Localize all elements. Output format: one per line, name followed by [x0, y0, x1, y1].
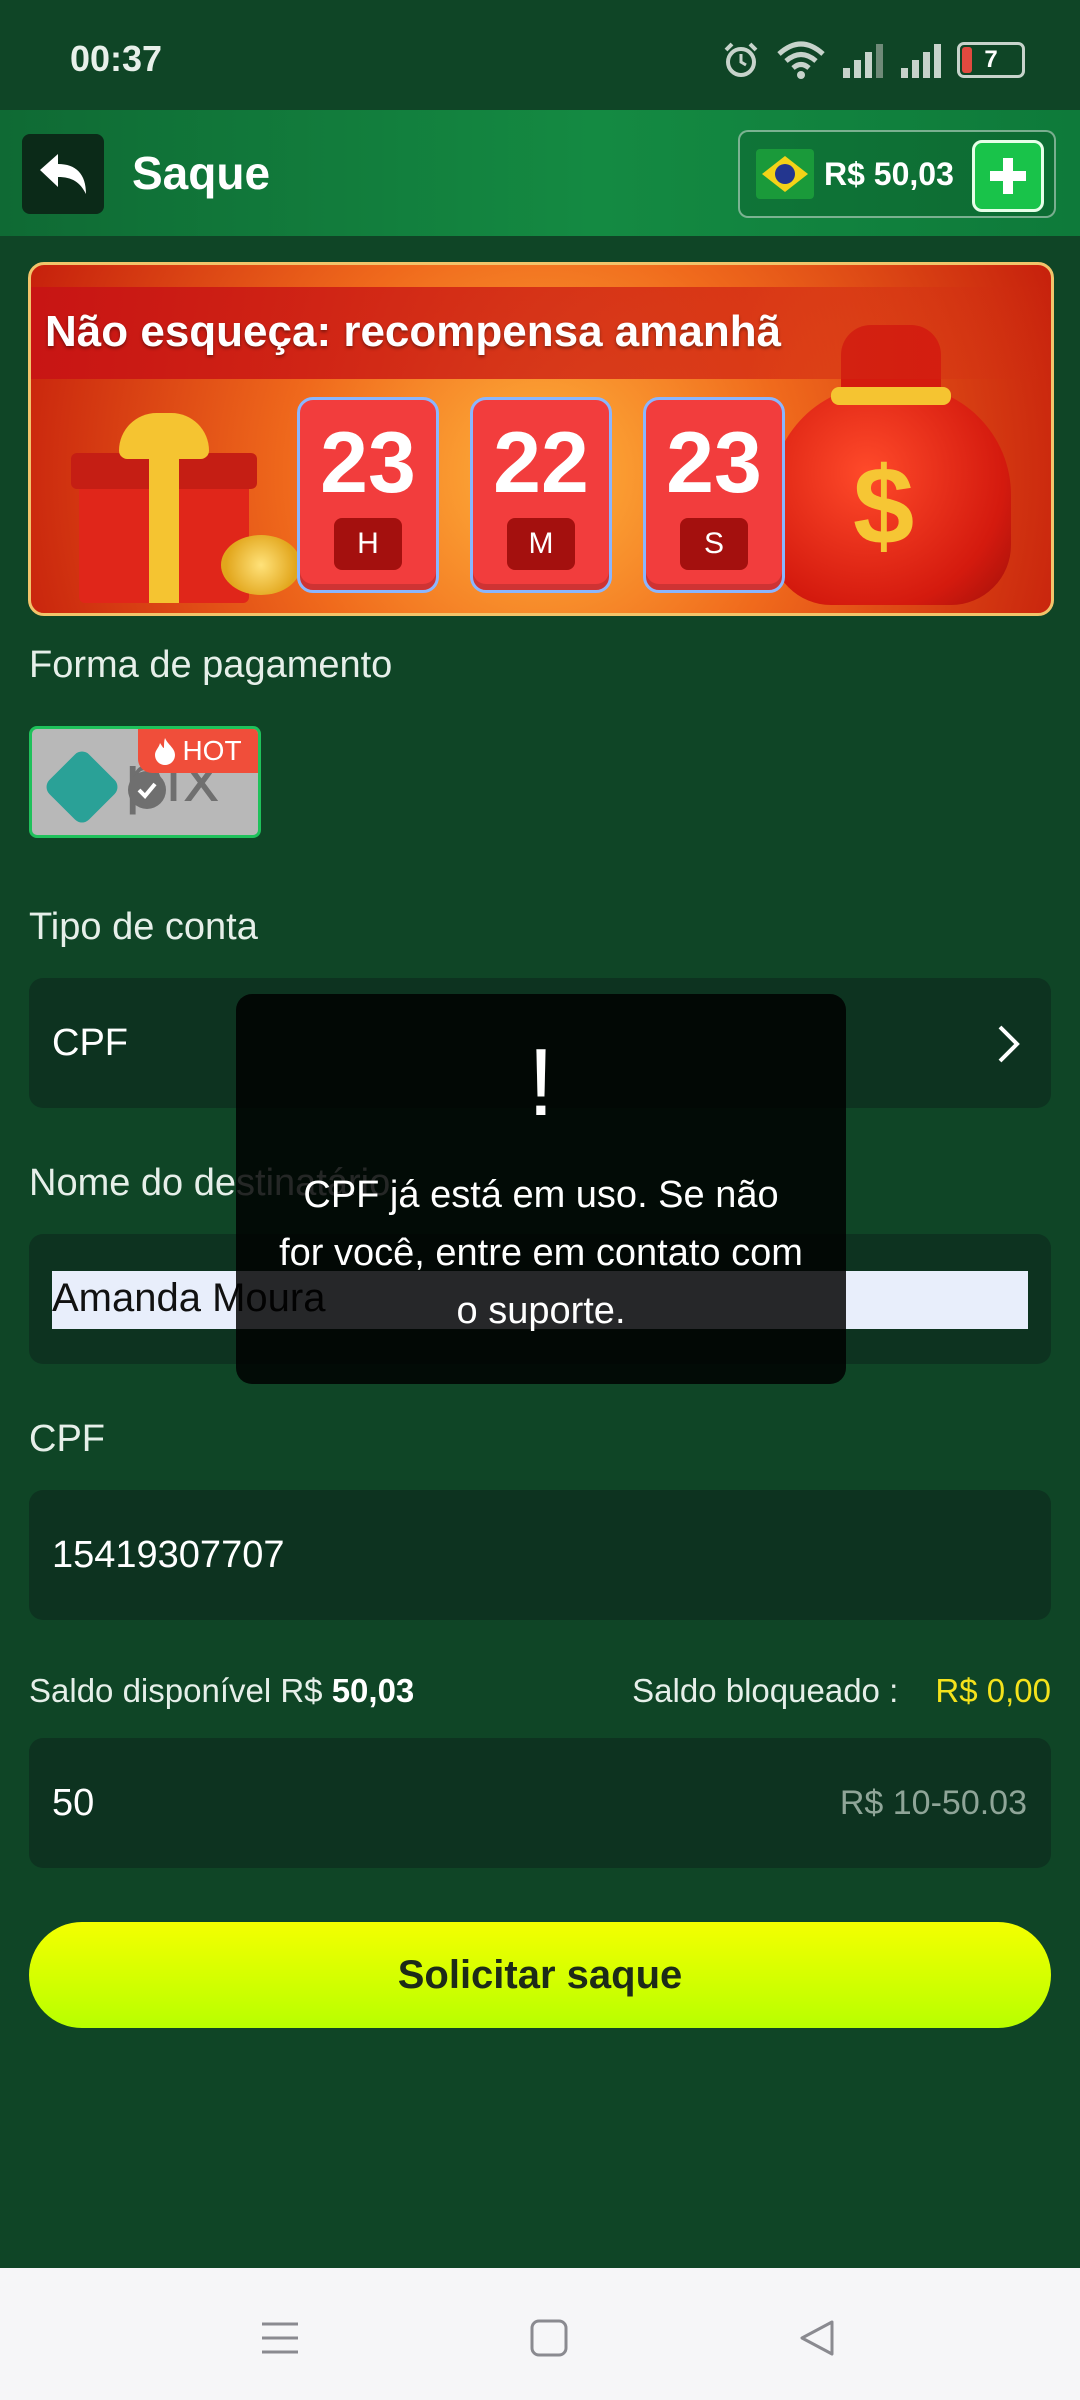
toast-message: CPF já está em uso. Se não for você, ent… — [279, 1174, 803, 1332]
timer-unit: S — [680, 518, 748, 570]
amount-field[interactable]: 50 R$ 10-50.03 — [29, 1738, 1051, 1868]
status-time: 00:37 — [70, 38, 163, 79]
cpf-field[interactable]: 15419307707 — [29, 1490, 1051, 1620]
timer-value: 22 — [493, 415, 589, 511]
back-triangle-icon — [800, 2320, 834, 2356]
back-button[interactable] — [22, 134, 104, 214]
system-nav-bar — [0, 2268, 1080, 2400]
deposit-button[interactable] — [972, 140, 1044, 212]
balance-info-row: Saldo disponível R$ 50,03 Saldo bloquead… — [29, 1672, 1051, 1710]
locked-balance-label: Saldo bloqueado : — [632, 1672, 899, 1709]
wifi-icon — [777, 41, 825, 79]
balance-display: R$ 50,03 — [738, 130, 1056, 218]
back-arrow-icon — [40, 154, 86, 194]
coins-icon — [221, 535, 301, 595]
signal-icon — [843, 44, 883, 78]
home-nav-button[interactable] — [519, 2308, 579, 2368]
payment-method-label: Forma de pagamento — [29, 644, 393, 686]
timer-hours: 23 H — [297, 397, 439, 593]
timer-value: 23 — [320, 415, 416, 511]
account-type-value: CPF — [52, 1022, 128, 1064]
locked-balance-value: R$ 0,00 — [935, 1672, 1051, 1709]
check-icon — [128, 771, 166, 809]
exclamation-icon: ! — [527, 1029, 555, 1136]
amount-value: 50 — [52, 1782, 95, 1824]
signal-icon — [901, 44, 941, 78]
timer-unit: M — [507, 518, 575, 570]
reward-banner[interactable]: $ Não esqueça: recompensa amanhã 23 H 22… — [28, 262, 1054, 616]
available-balance-value: 50,03 — [331, 1672, 415, 1709]
hot-label: HOT — [182, 735, 242, 766]
home-square-icon — [530, 2319, 568, 2357]
brazil-flag-icon — [756, 149, 814, 199]
back-nav-button[interactable] — [786, 2308, 846, 2368]
app-header: Saque R$ 50,03 — [0, 110, 1080, 236]
request-withdrawal-button[interactable]: Solicitar saque — [29, 1922, 1051, 2028]
pix-payment-option[interactable]: pix HOT — [29, 726, 261, 838]
battery-icon: 7 — [957, 42, 1025, 78]
status-bar: 00:37 7 — [0, 0, 1080, 110]
flame-icon — [155, 738, 176, 765]
cpf-value: 15419307707 — [52, 1534, 285, 1576]
battery-level: 7 — [984, 46, 998, 73]
timer-minutes: 22 M — [470, 397, 612, 593]
timer-value: 23 — [666, 415, 762, 511]
status-icons: 7 — [721, 38, 1025, 82]
balance-amount: R$ 50,03 — [824, 155, 954, 192]
alarm-icon — [724, 42, 758, 77]
error-toast: ! CPF já está em uso. Se não for você, e… — [236, 994, 846, 1384]
plus-icon — [990, 158, 1026, 194]
available-balance-label: Saldo disponível R$ — [29, 1672, 323, 1709]
menu-nav-button[interactable] — [250, 2308, 310, 2368]
chevron-right-icon — [998, 1025, 1020, 1063]
hot-badge: HOT — [138, 729, 258, 773]
pix-logo-icon — [42, 747, 122, 827]
amount-range-hint: R$ 10-50.03 — [839, 1784, 1027, 1822]
account-type-label: Tipo de conta — [29, 906, 258, 948]
page-title: Saque — [132, 147, 271, 199]
banner-title: Não esqueça: recompensa amanhã — [45, 307, 782, 356]
menu-icon — [262, 2322, 298, 2354]
cpf-label: CPF — [29, 1418, 105, 1460]
timer-unit: H — [334, 518, 402, 570]
timer-seconds: 23 S — [643, 397, 785, 593]
